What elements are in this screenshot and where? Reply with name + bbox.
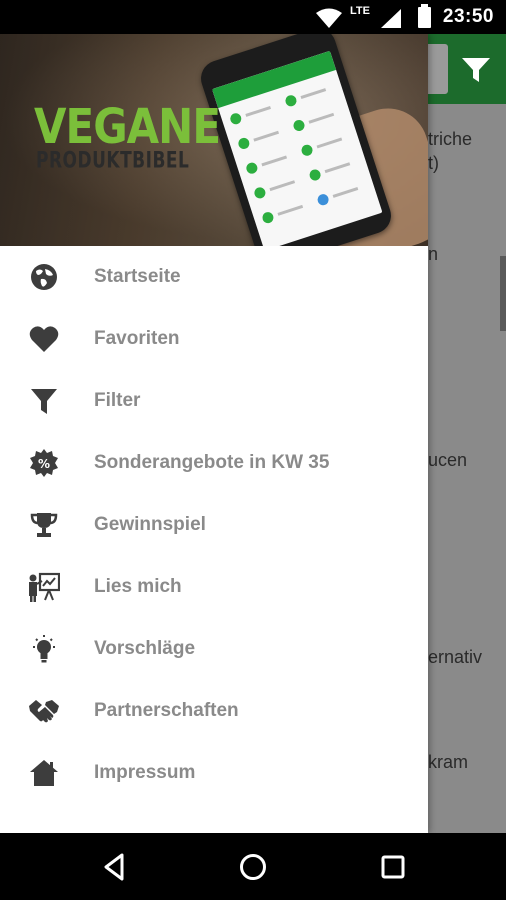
menu-item-label: Startseite (94, 266, 181, 287)
phone-screen-line (308, 112, 335, 124)
phone-screen-dot (300, 143, 314, 158)
background-text: t) (428, 153, 439, 173)
logo-title: VEGANE (34, 98, 221, 155)
phone-screen-dot (244, 161, 259, 176)
presentation-icon (28, 572, 60, 602)
svg-text:%: % (38, 457, 50, 471)
lightbulb-icon (28, 634, 60, 664)
background-text: n (428, 244, 439, 264)
menu-item-favoriten[interactable]: Favoriten (0, 308, 428, 370)
network-type: LTE (350, 5, 370, 17)
background-text: kram (428, 752, 468, 772)
filter-icon (28, 386, 60, 416)
phone-screen-line (277, 204, 304, 216)
phone-screen-dot (252, 185, 267, 200)
phone-screen-dot (261, 210, 275, 225)
home-circle-icon[interactable] (236, 850, 270, 884)
battery-icon (418, 4, 431, 28)
menu-item-filter[interactable]: Filter (0, 370, 428, 432)
menu-item-label: Filter (94, 390, 141, 411)
phone-screen-line (324, 162, 351, 174)
background-text: ernativ (428, 647, 483, 667)
signal-icon (381, 9, 401, 28)
menu-item-label: Gewinnspiel (94, 514, 206, 535)
menu-item-partnerschaften[interactable]: Partnerschaften (0, 680, 428, 742)
menu-item-label: Impressum (94, 762, 196, 783)
phone-screen-line (269, 180, 296, 192)
phone-screen-line (316, 137, 343, 149)
system-navigation-bar (0, 833, 506, 900)
phone-screen-dot (228, 111, 243, 126)
back-icon[interactable] (97, 850, 131, 884)
phone-screen-toolbar (212, 50, 337, 109)
status-time: 23:50 (442, 6, 494, 27)
background-scrollbar (500, 256, 506, 331)
globe-icon (28, 262, 60, 292)
phone-screen-dot (284, 93, 298, 108)
menu-item-vorschlaege[interactable]: Vorschläge (0, 618, 428, 680)
drawer-menu: Startseite Favoriten Filter % Sonderange… (0, 246, 428, 804)
home-icon (28, 758, 60, 788)
phone-screen-dot (308, 168, 323, 182)
menu-item-label: Lies mich (94, 576, 182, 597)
percent-badge-icon: % (28, 448, 60, 478)
logo-subtitle: PRODUKTBIBEL (36, 148, 190, 174)
phone-screen-line (245, 106, 271, 117)
trophy-icon (28, 510, 60, 540)
background-text: ucen (428, 450, 468, 470)
recents-icon[interactable] (376, 850, 410, 884)
menu-item-label: Vorschläge (94, 638, 196, 659)
phone-screen-dot (292, 118, 306, 133)
drawer-header-banner: VEGANE PRODUKTBIBEL (0, 34, 428, 246)
menu-item-lies-mich[interactable]: Lies mich (0, 556, 428, 618)
menu-item-label: Favoriten (94, 328, 180, 349)
wifi-icon (316, 8, 342, 28)
background-text: triche (428, 129, 473, 149)
phone-screen-line (253, 130, 280, 142)
filter-icon (462, 58, 490, 82)
menu-item-label: Partnerschaften (94, 700, 239, 721)
phone-screen-line (332, 186, 359, 198)
menu-item-gewinnspiel[interactable]: Gewinnspiel (0, 494, 428, 556)
menu-item-label: Sonderangebote in KW 35 (94, 452, 330, 473)
menu-item-sonderangebote[interactable]: % Sonderangebote in KW 35 (0, 432, 428, 494)
handshake-icon (28, 696, 60, 726)
navigation-drawer: VEGANE PRODUKTBIBEL Startseite Favoriten… (0, 34, 428, 833)
phone-screen-dot (236, 136, 251, 151)
heart-icon (28, 324, 60, 354)
menu-item-startseite[interactable]: Startseite (0, 246, 428, 308)
phone-screen-line (300, 88, 327, 99)
menu-item-impressum[interactable]: Impressum (0, 742, 428, 804)
phone-screen-line (261, 155, 288, 167)
status-bar: LTE 23:50 (0, 0, 506, 34)
phone-screen-dot (316, 192, 331, 207)
